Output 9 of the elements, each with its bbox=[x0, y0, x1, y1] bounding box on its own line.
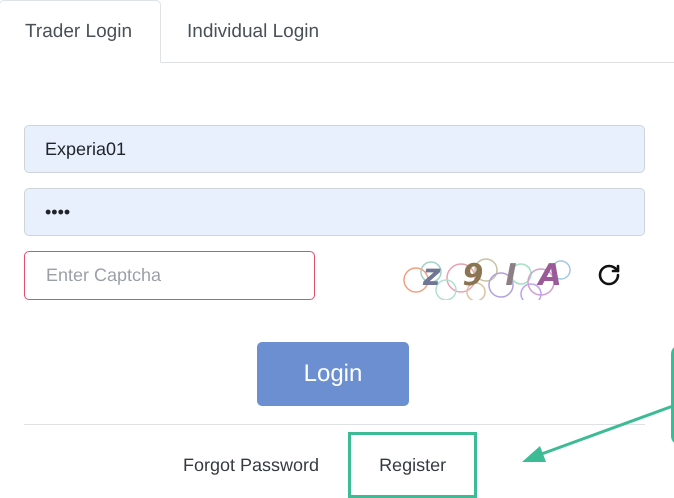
captcha-field[interactable]: Enter Captcha bbox=[24, 250, 315, 300]
link[interactable]: Forgot Password bbox=[172, 432, 330, 498]
link[interactable]: Register bbox=[348, 432, 478, 498]
password-field[interactable]: •••• bbox=[24, 188, 645, 236]
captcha-character: 9 bbox=[462, 258, 484, 292]
username-field[interactable]: Experia01 bbox=[24, 125, 645, 173]
refresh-icon[interactable] bbox=[597, 263, 621, 287]
tab[interactable]: Individual Login bbox=[161, 0, 348, 63]
tab[interactable]: Trader Login bbox=[0, 0, 162, 63]
